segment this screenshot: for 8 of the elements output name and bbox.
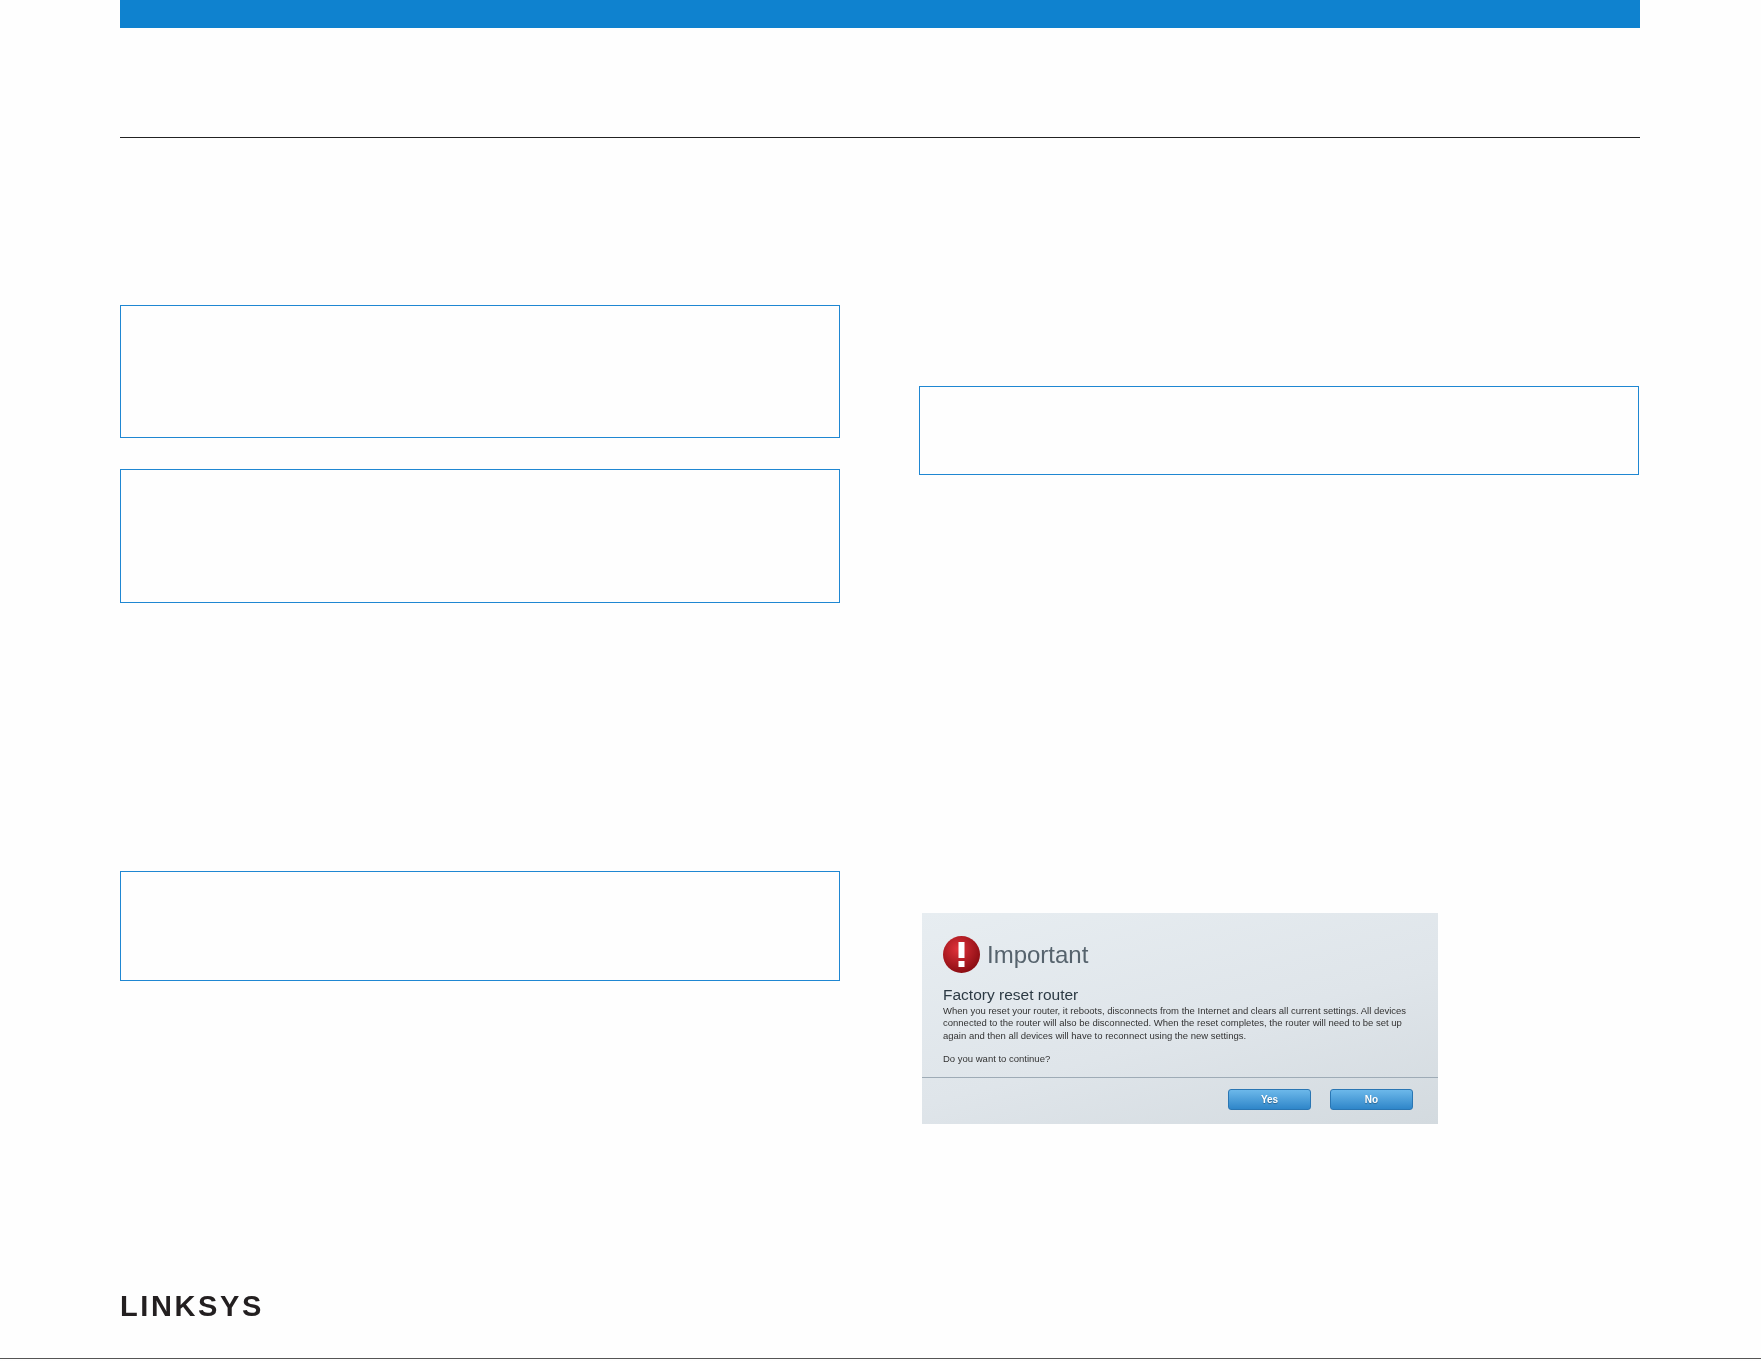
dialog-button[interactable]: No [1330,1089,1413,1110]
brand-logo: LINKSYS [120,1292,264,1321]
exclamation-icon [943,936,980,973]
dialog-button[interactable]: Yes [1228,1089,1311,1110]
dialog-heading: Factory reset router [943,986,1080,1004]
dialog-message: When you reset your router, it reboots, disconnects from the Internet and clears all current settings. All devices connected to the router will also be disconnected. When the reset completes, the router will need to be set up again and then all devices will have to reconnect using the new settings. [943,1005,1408,1042]
dialog-title: Important [987,942,1089,967]
dialog-question: Do you want to continue? [943,1052,1052,1065]
